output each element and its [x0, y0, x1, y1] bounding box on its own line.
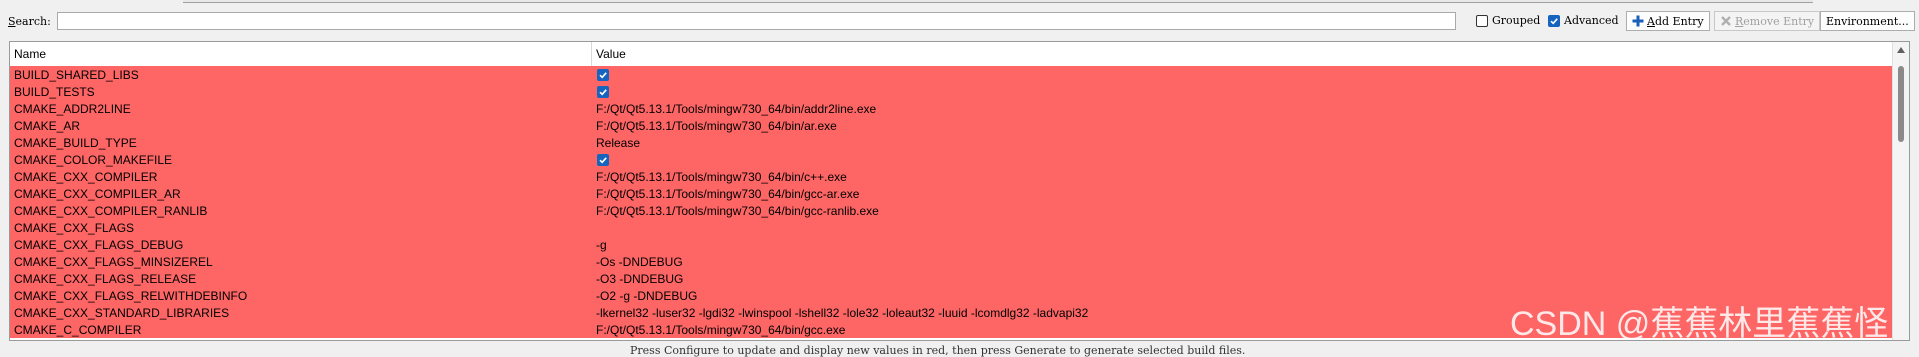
entry-value[interactable]: F:/Qt/Qt5.13.1/Tools/mingw730_64/bin/gcc…	[592, 204, 879, 218]
checked-box-icon[interactable]	[597, 85, 609, 98]
entry-name: CMAKE_BUILD_TYPE	[14, 135, 137, 150]
entry-name: CMAKE_CXX_FLAGS	[14, 220, 135, 235]
entry-value-checkbox[interactable]	[592, 85, 609, 98]
advanced-label: Advanced	[1564, 14, 1619, 27]
table-row[interactable]: CMAKE_CXX_FLAGS	[10, 219, 1894, 236]
vertical-scrollbar[interactable]	[1892, 42, 1909, 340]
entry-name: CMAKE_CXX_FLAGS_DEBUG	[14, 237, 184, 252]
remove-x-icon	[1721, 16, 1731, 26]
entry-name: CMAKE_ADDR2LINE	[14, 101, 131, 116]
add-entry-label: Add Entry	[1647, 14, 1704, 28]
entry-value[interactable]: -Os -DNDEBUG	[592, 255, 683, 269]
table-row[interactable]: CMAKE_CXX_COMPILER F:/Qt/Qt5.13.1/Tools/m…	[10, 168, 1894, 185]
scroll-up-arrow-icon[interactable]	[1897, 47, 1905, 53]
entry-value[interactable]: F:/Qt/Qt5.13.1/Tools/mingw730_64/bin/add…	[592, 102, 876, 116]
entry-value-checkbox[interactable]	[592, 68, 609, 81]
status-hint: Press Configure to update and display ne…	[630, 344, 1246, 357]
plus-icon	[1632, 15, 1644, 27]
entry-value[interactable]: F:/Qt/Qt5.13.1/Tools/mingw730_64/bin/gcc…	[592, 187, 859, 201]
entry-value-checkbox[interactable]	[592, 153, 609, 166]
table-row[interactable]: CMAKE_CXX_FLAGS_RELEASE -O3 -DNDEBUG	[10, 270, 1894, 287]
entry-value[interactable]: -O3 -DNDEBUG	[592, 272, 683, 286]
advanced-checkbox-box[interactable]	[1548, 14, 1560, 27]
entry-name: CMAKE_COLOR_MAKEFILE	[14, 152, 173, 167]
entry-name: CMAKE_AR	[14, 118, 81, 133]
entry-value[interactable]: -lkernel32 -luser32 -lgdi32 -lwinspool -…	[592, 306, 1088, 320]
grouped-label: Grouped	[1492, 14, 1541, 27]
entry-name: CMAKE_CXX_STANDARD_LIBRARIES	[14, 305, 230, 320]
entry-value[interactable]: -O2 -g -DNDEBUG	[592, 289, 697, 303]
add-entry-button[interactable]: Add Entry	[1626, 11, 1710, 31]
entry-name: CMAKE_CXX_FLAGS_RELWITHDEBINFO	[14, 288, 248, 303]
table-row[interactable]: CMAKE_AR F:/Qt/Qt5.13.1/Tools/mingw730_64…	[10, 117, 1894, 134]
entry-name: CMAKE_C_COMPILER	[14, 322, 142, 337]
remove-entry-button[interactable]: Remove Entry	[1714, 11, 1821, 31]
top-edge	[0, 0, 1919, 4]
entry-name: CMAKE_CXX_FLAGS_MINSIZEREL	[14, 254, 213, 269]
checked-box-icon[interactable]	[597, 68, 609, 81]
scrollbar-thumb[interactable]	[1898, 66, 1904, 142]
search-label: Search:	[8, 15, 51, 28]
table-row[interactable]: CMAKE_CXX_COMPILER_AR F:/Qt/Qt5.13.1/Tool…	[10, 185, 1894, 202]
checked-box-icon[interactable]	[597, 153, 609, 166]
table-row[interactable]: BUILD_SHARED_LIBS	[10, 66, 1894, 83]
remove-entry-label: Remove Entry	[1735, 14, 1815, 28]
table-row[interactable]: CMAKE_BUILD_TYPE Release	[10, 134, 1894, 151]
environment-label: Environment...	[1826, 14, 1909, 28]
table-row[interactable]: CMAKE_CXX_FLAGS_MINSIZEREL -Os -DNDEBUG	[10, 253, 1894, 270]
search-input[interactable]	[57, 12, 1456, 30]
entry-value[interactable]: F:/Qt/Qt5.13.1/Tools/mingw730_64/bin/c++…	[592, 170, 847, 184]
entry-value[interactable]: F:/Qt/Qt5.13.1/Tools/mingw730_64/bin/gcc…	[592, 323, 845, 337]
grouped-checkbox[interactable]: Grouped	[1476, 14, 1540, 27]
table-header: Name Value	[10, 42, 1894, 67]
entry-name: CMAKE_CXX_FLAGS_RELEASE	[14, 271, 197, 286]
watermark: CSDN @蕉蕉林里蕉蕉怪	[1510, 305, 1889, 343]
table-row[interactable]: CMAKE_COLOR_MAKEFILE	[10, 151, 1894, 168]
toolbar: Search: Grouped Advanced Add Entry Remov…	[0, 10, 1919, 34]
entry-name: CMAKE_CXX_COMPILER	[14, 169, 158, 184]
entry-name: BUILD_SHARED_LIBS	[14, 67, 139, 82]
table-row[interactable]: CMAKE_ADDR2LINE F:/Qt/Qt5.13.1/Tools/ming…	[10, 100, 1894, 117]
check-icon	[1550, 17, 1558, 24]
name-column-header[interactable]: Name	[10, 42, 592, 66]
value-column-header[interactable]: Value	[592, 42, 626, 66]
entry-name: CMAKE_CXX_COMPILER_AR	[14, 186, 181, 201]
environment-button[interactable]: Environment...	[1820, 11, 1915, 31]
table-row[interactable]: BUILD_TESTS	[10, 83, 1894, 100]
entry-value[interactable]: -g	[592, 238, 607, 252]
entry-value[interactable]: F:/Qt/Qt5.13.1/Tools/mingw730_64/bin/ar.…	[592, 119, 837, 133]
table-row[interactable]: CMAKE_CXX_COMPILER_RANLIB F:/Qt/Qt5.13.1/…	[10, 202, 1894, 219]
entry-value[interactable]: Release	[592, 136, 640, 150]
entry-name: BUILD_TESTS	[14, 84, 95, 99]
advanced-checkbox[interactable]: Advanced	[1548, 14, 1619, 27]
entry-name: CMAKE_CXX_COMPILER_RANLIB	[14, 203, 208, 218]
grouped-checkbox-box[interactable]	[1476, 14, 1488, 27]
table-row[interactable]: CMAKE_CXX_FLAGS_DEBUG -g	[10, 236, 1894, 253]
